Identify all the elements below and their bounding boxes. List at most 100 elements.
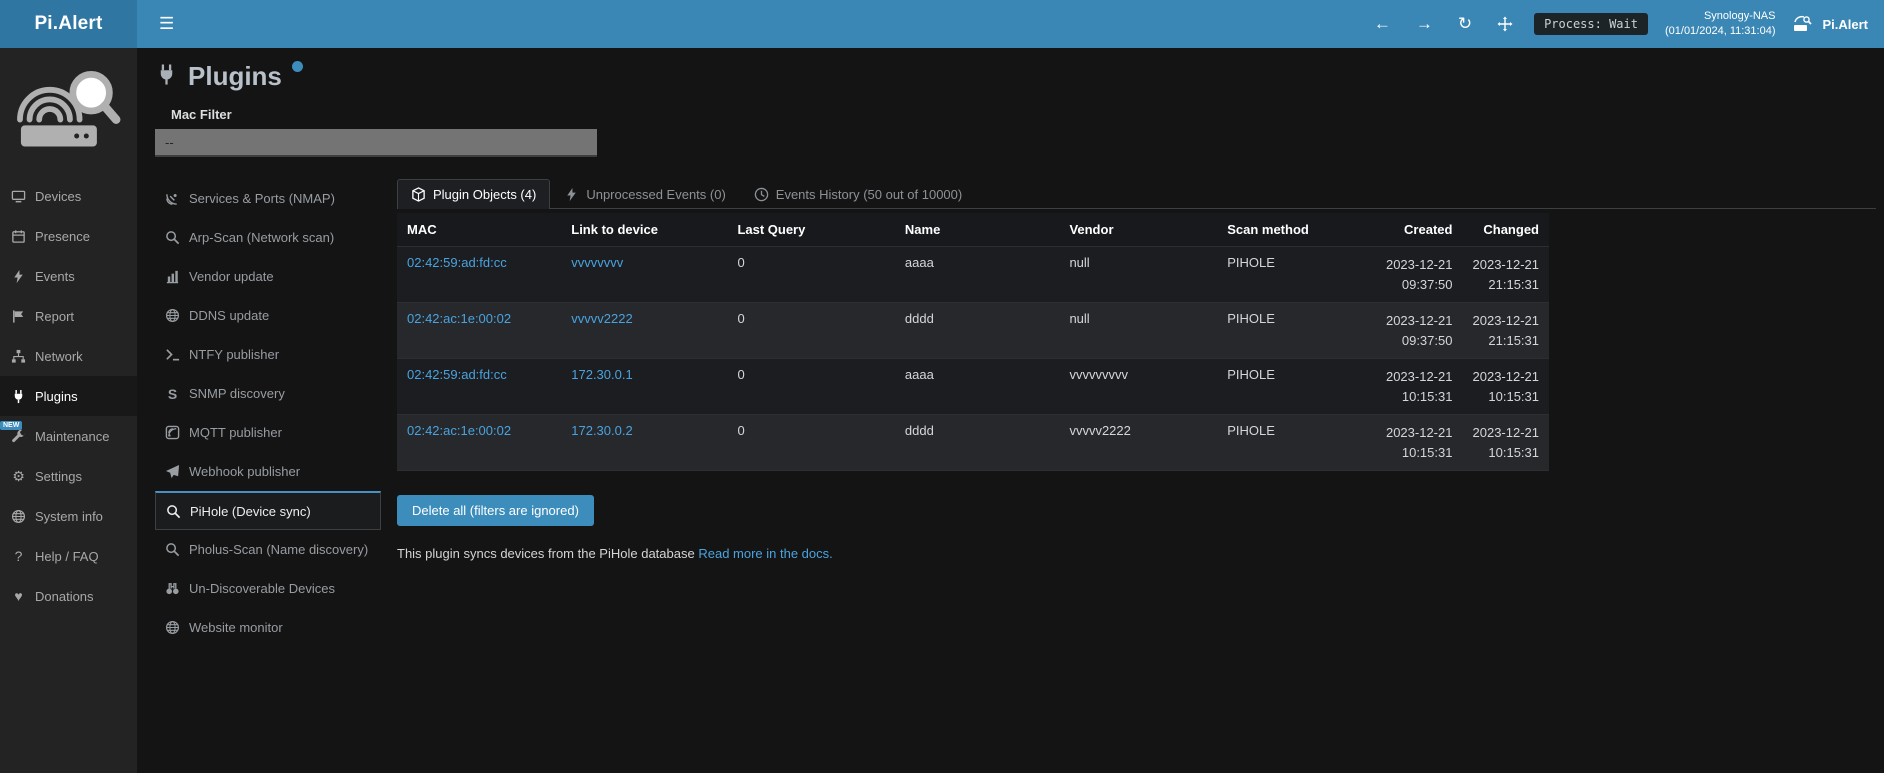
plugin-menu-item-arp-scan[interactable]: Arp-Scan (Network scan)	[155, 218, 381, 257]
pialert-logo-icon	[16, 60, 122, 160]
vendor-cell: null	[1059, 303, 1217, 359]
sidebar-item-report[interactable]: Report	[0, 296, 137, 336]
created-cell: 2023-12-2110:15:31	[1376, 415, 1463, 471]
col-header-vendor: Vendor	[1059, 213, 1217, 247]
name-cell: aaaa	[895, 359, 1060, 415]
name-cell: dddd	[895, 303, 1060, 359]
tab-unprocessed-events[interactable]: Unprocessed Events (0)	[550, 179, 739, 209]
sidebar-item-maintenance[interactable]: NEW Maintenance	[0, 416, 137, 456]
plugin-menu: Services & Ports (NMAP) Arp-Scan (Networ…	[155, 179, 381, 647]
monitor-icon	[11, 189, 26, 204]
col-header-created: Created	[1376, 213, 1463, 247]
sidebar-item-events[interactable]: Events	[0, 256, 137, 296]
plugin-description-text: This plugin syncs devices from the PiHol…	[397, 546, 695, 561]
scan-method-cell: PIHOLE	[1217, 247, 1376, 303]
plugin-menu-item-pholus-scan[interactable]: Pholus-Scan (Name discovery)	[155, 530, 381, 569]
topbar-right-group: ← → ↻ Process: Wait Synology-NAS (01/01/…	[1370, 9, 1884, 40]
sidebar-item-presence[interactable]: Presence	[0, 216, 137, 256]
plugin-menu-label: DDNS update	[189, 308, 269, 323]
table-header-row: MAC Link to device Last Query Name Vendo…	[397, 213, 1549, 247]
sidebar-item-system-info[interactable]: System info	[0, 496, 137, 536]
sidebar-item-label: Plugins	[35, 389, 78, 404]
sidebar-item-network[interactable]: Network	[0, 336, 137, 376]
move-arrows-icon[interactable]	[1493, 14, 1517, 34]
plugin-objects-table: MAC Link to device Last Query Name Vendo…	[397, 213, 1549, 471]
vendor-cell: null	[1059, 247, 1217, 303]
sidebar-menu: Devices Presence Events Report Network P…	[0, 176, 137, 616]
tab-bar: Plugin Objects (4) Unprocessed Events (0…	[397, 179, 1876, 209]
plugin-menu-label: SNMP discovery	[189, 386, 285, 401]
sidebar-item-plugins[interactable]: Plugins	[0, 376, 137, 416]
mac-filter-label: Mac Filter	[171, 107, 1884, 122]
terminal-icon	[165, 347, 180, 362]
sidebar-toggle-icon[interactable]: ☰	[151, 10, 182, 38]
plugin-menu-item-snmp-discovery[interactable]: S SNMP discovery	[155, 374, 381, 413]
table-row: 02:42:59:ad:fd:cc vvvvvvvv 0 aaaa null P…	[397, 247, 1549, 303]
paper-plane-icon	[165, 464, 180, 479]
plugin-menu-item-ddns-update[interactable]: DDNS update	[155, 296, 381, 335]
plug-icon	[155, 63, 178, 86]
sidebar-item-label: Events	[35, 269, 75, 284]
changed-cell: 2023-12-2110:15:31	[1462, 415, 1549, 471]
plugin-description: This plugin syncs devices from the PiHol…	[397, 546, 1876, 561]
plugin-menu-item-website-monitor[interactable]: Website monitor	[155, 608, 381, 647]
forward-icon[interactable]: →	[1412, 12, 1437, 36]
plugin-menu-label: NTFY publisher	[189, 347, 279, 362]
tab-plugin-objects[interactable]: Plugin Objects (4)	[397, 179, 550, 209]
sidebar-item-label: Donations	[35, 589, 94, 604]
cube-icon	[411, 187, 426, 202]
mac-link[interactable]: 02:42:ac:1e:00:02	[407, 311, 511, 326]
docs-link[interactable]: Read more in the docs.	[698, 546, 832, 561]
delete-all-button[interactable]: Delete all (filters are ignored)	[397, 495, 594, 526]
sidebar-logo	[0, 48, 137, 176]
col-header-last-query: Last Query	[727, 213, 894, 247]
sidebar-item-devices[interactable]: Devices	[0, 176, 137, 216]
tab-events-history[interactable]: Events History (50 out of 10000)	[740, 179, 976, 209]
flag-icon	[11, 309, 26, 324]
sidebar-item-settings[interactable]: ⚙ Settings	[0, 456, 137, 496]
plugin-menu-item-undiscoverable-devices[interactable]: Un-Discoverable Devices	[155, 569, 381, 608]
sidebar-item-label: Network	[35, 349, 83, 364]
page-header: Plugins	[155, 63, 1884, 90]
plugin-menu-label: Webhook publisher	[189, 464, 300, 479]
mac-link[interactable]: 02:42:59:ad:fd:cc	[407, 367, 507, 382]
host-name: Synology-NAS	[1665, 9, 1776, 24]
sidebar-item-help-faq[interactable]: ? Help / FAQ	[0, 536, 137, 576]
plugin-menu-label: PiHole (Device sync)	[190, 504, 311, 519]
mac-filter-input[interactable]	[155, 129, 597, 157]
tab-label: Plugin Objects (4)	[433, 187, 536, 202]
sidebar-item-label: Report	[35, 309, 74, 324]
bolt-icon	[11, 269, 26, 284]
plugin-menu-item-pihole[interactable]: PiHole (Device sync)	[155, 491, 381, 530]
sidebar: Devices Presence Events Report Network P…	[0, 48, 137, 773]
plugin-menu-item-ntfy-publisher[interactable]: NTFY publisher	[155, 335, 381, 374]
refresh-icon[interactable]: ↻	[1454, 12, 1476, 36]
last-query-cell: 0	[727, 303, 894, 359]
vendor-cell: vvvvv2222	[1059, 415, 1217, 471]
plugin-menu-label: Services & Ports (NMAP)	[189, 191, 335, 206]
vendor-cell: vvvvvvvvv	[1059, 359, 1217, 415]
plugin-menu-item-mqtt-publisher[interactable]: MQTT publisher	[155, 413, 381, 452]
device-link[interactable]: 172.30.0.1	[571, 367, 632, 382]
device-link[interactable]: 172.30.0.2	[571, 423, 632, 438]
col-header-scan-method: Scan method	[1217, 213, 1376, 247]
brand-logo[interactable]: Pi.Alert	[0, 0, 137, 48]
plugin-menu-item-webhook-publisher[interactable]: Webhook publisher	[155, 452, 381, 491]
sidebar-item-label: Devices	[35, 189, 81, 204]
plugin-menu-label: MQTT publisher	[189, 425, 282, 440]
changed-cell: 2023-12-2121:15:31	[1462, 247, 1549, 303]
tab-label: Events History (50 out of 10000)	[776, 187, 962, 202]
magnifier-icon	[165, 542, 180, 557]
sidebar-item-donations[interactable]: ♥ Donations	[0, 576, 137, 616]
device-link[interactable]: vvvvv2222	[571, 311, 632, 326]
topbar-app-name: Pi.Alert	[1822, 17, 1868, 32]
device-link[interactable]: vvvvvvvv	[571, 255, 623, 270]
mac-link[interactable]: 02:42:59:ad:fd:cc	[407, 255, 507, 270]
plugin-detail-panel: Plugin Objects (4) Unprocessed Events (0…	[397, 179, 1884, 561]
back-icon[interactable]: ←	[1370, 12, 1395, 36]
title-help-badge[interactable]	[292, 61, 303, 72]
mac-link[interactable]: 02:42:ac:1e:00:02	[407, 423, 511, 438]
plugin-menu-item-nmap[interactable]: Services & Ports (NMAP)	[155, 179, 381, 218]
plugin-menu-label: Un-Discoverable Devices	[189, 581, 335, 596]
plugin-menu-item-vendor-update[interactable]: Vendor update	[155, 257, 381, 296]
